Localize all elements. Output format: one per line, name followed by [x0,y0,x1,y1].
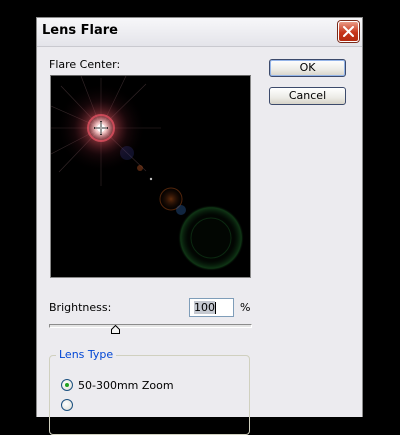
text-caret [215,302,216,314]
flare-center-label: Flare Center: [49,58,121,71]
brightness-value: 100 [194,301,215,314]
brightness-slider-thumb-icon[interactable] [111,325,121,334]
cancel-button[interactable]: Cancel [269,87,346,105]
brightness-unit: % [240,301,251,314]
brightness-input[interactable]: 100 [189,298,234,317]
close-x-icon [343,26,354,37]
brightness-label: Brightness: [49,301,112,314]
brightness-slider-track[interactable] [49,324,252,328]
flare-preview-image [51,76,250,277]
dialog-title: Lens Flare [42,23,118,38]
lens-type-label: Lens Type [56,348,117,361]
title-bar[interactable]: Lens Flare [37,18,362,47]
lens-type-group [49,355,250,435]
flare-preview[interactable] [50,75,251,278]
radio-selected-dot [65,383,69,387]
radio-next-option[interactable] [61,399,73,411]
radio-50-300mm-zoom[interactable] [61,379,73,391]
lens-flare-dialog: Lens Flare Flare Center: OK Cancel Brigh… [36,17,363,435]
ok-button[interactable]: OK [269,59,346,77]
option-50-300mm-zoom-label[interactable]: 50-300mm Zoom [78,379,174,392]
close-button[interactable] [338,21,359,42]
